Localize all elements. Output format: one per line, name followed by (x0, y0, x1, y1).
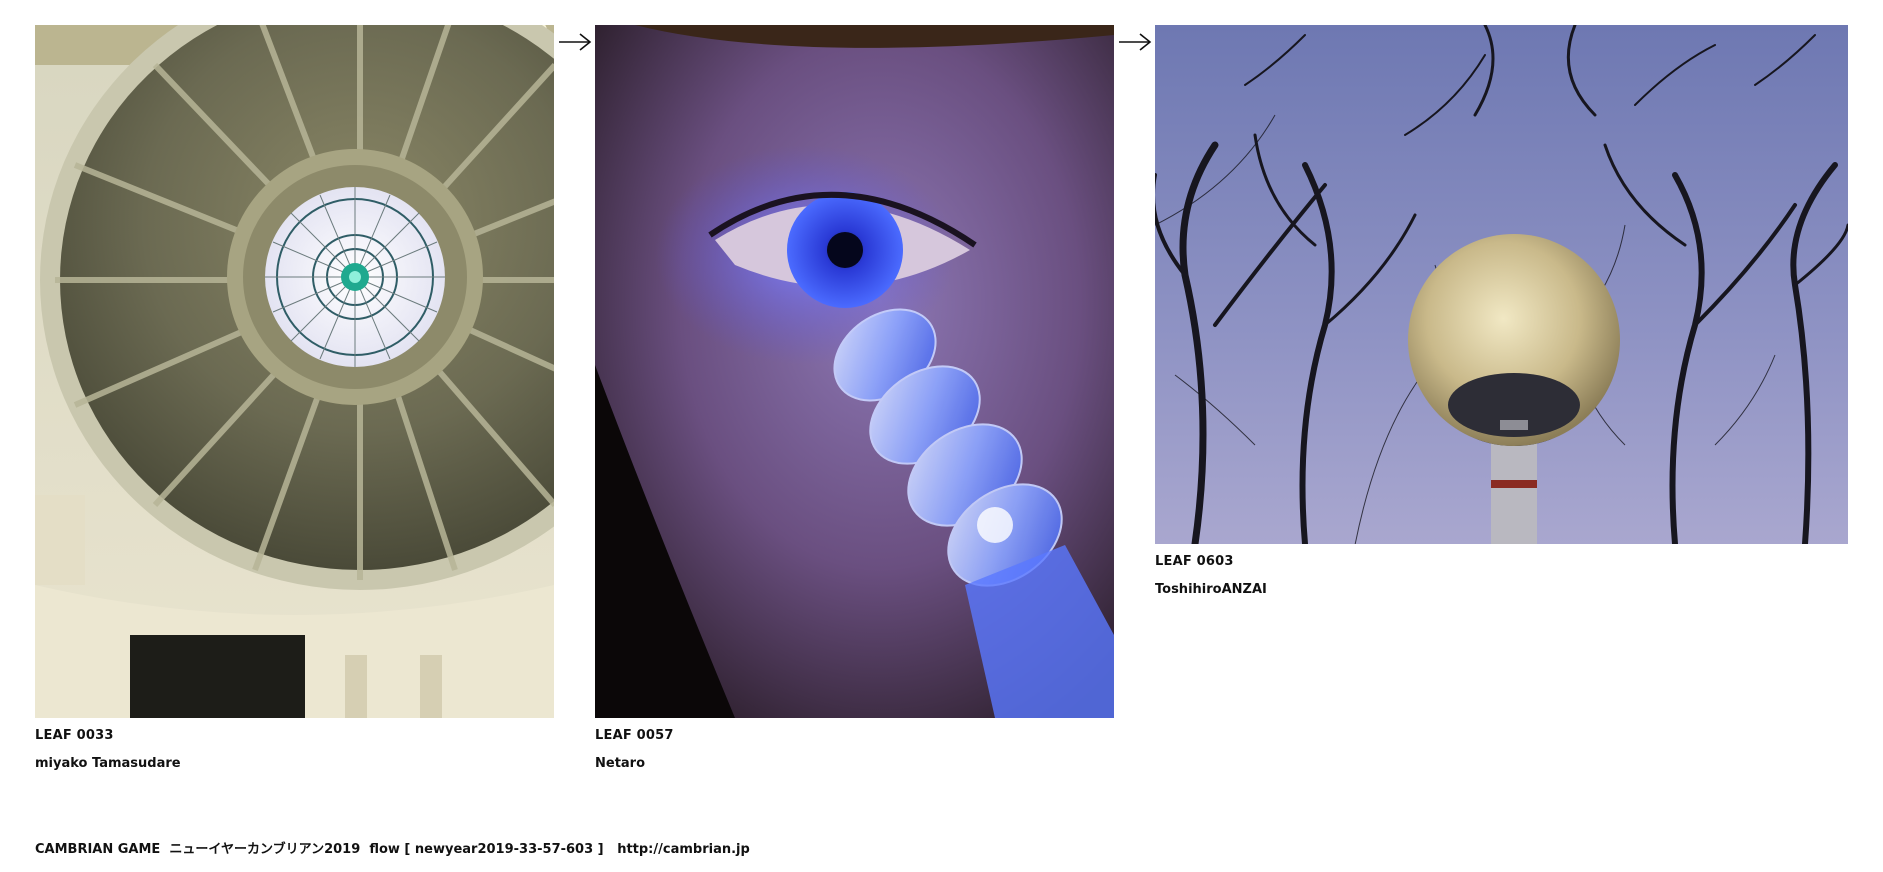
leaf-card-0057: LEAF 0057 Netaro (595, 25, 1114, 771)
footer-flow-label[interactable]: flow [ newyear2019-33-57-603 ] (369, 842, 603, 857)
flow-arrow-icon (559, 33, 592, 51)
leaf-card-0603: LEAF 0603 ToshihiroANZAI (1155, 25, 1848, 597)
leaf-id-label[interactable]: LEAF 0603 (1155, 554, 1234, 569)
footer-gap (604, 842, 618, 857)
leaf-id-label[interactable]: LEAF 0057 (595, 728, 674, 743)
footer-game-title[interactable]: CAMBRIAN GAME (35, 842, 160, 857)
footer-gap (360, 842, 369, 857)
flow-arrow-icon (1119, 33, 1152, 51)
leaf-author-label[interactable]: Netaro (595, 756, 645, 771)
leaf-card-0033: LEAF 0033 miyako Tamasudare (35, 25, 554, 771)
footer-url-link[interactable]: http://cambrian.jp (617, 842, 750, 857)
leaf-id-label[interactable]: LEAF 0033 (35, 728, 114, 743)
footer-event-title[interactable]: ニューイヤーカンブリアン2019 (169, 842, 360, 857)
footer: CAMBRIAN GAME ニューイヤーカンブリアン2019 flow [ ne… (35, 838, 750, 857)
leaf-photo-eye[interactable] (595, 25, 1114, 718)
leaf-photo-dome[interactable] (35, 25, 554, 718)
leaf-author-label[interactable]: miyako Tamasudare (35, 756, 181, 771)
leaf-author-label[interactable]: ToshihiroANZAI (1155, 582, 1267, 597)
leaf-photo-street-lamp[interactable] (1155, 25, 1848, 544)
